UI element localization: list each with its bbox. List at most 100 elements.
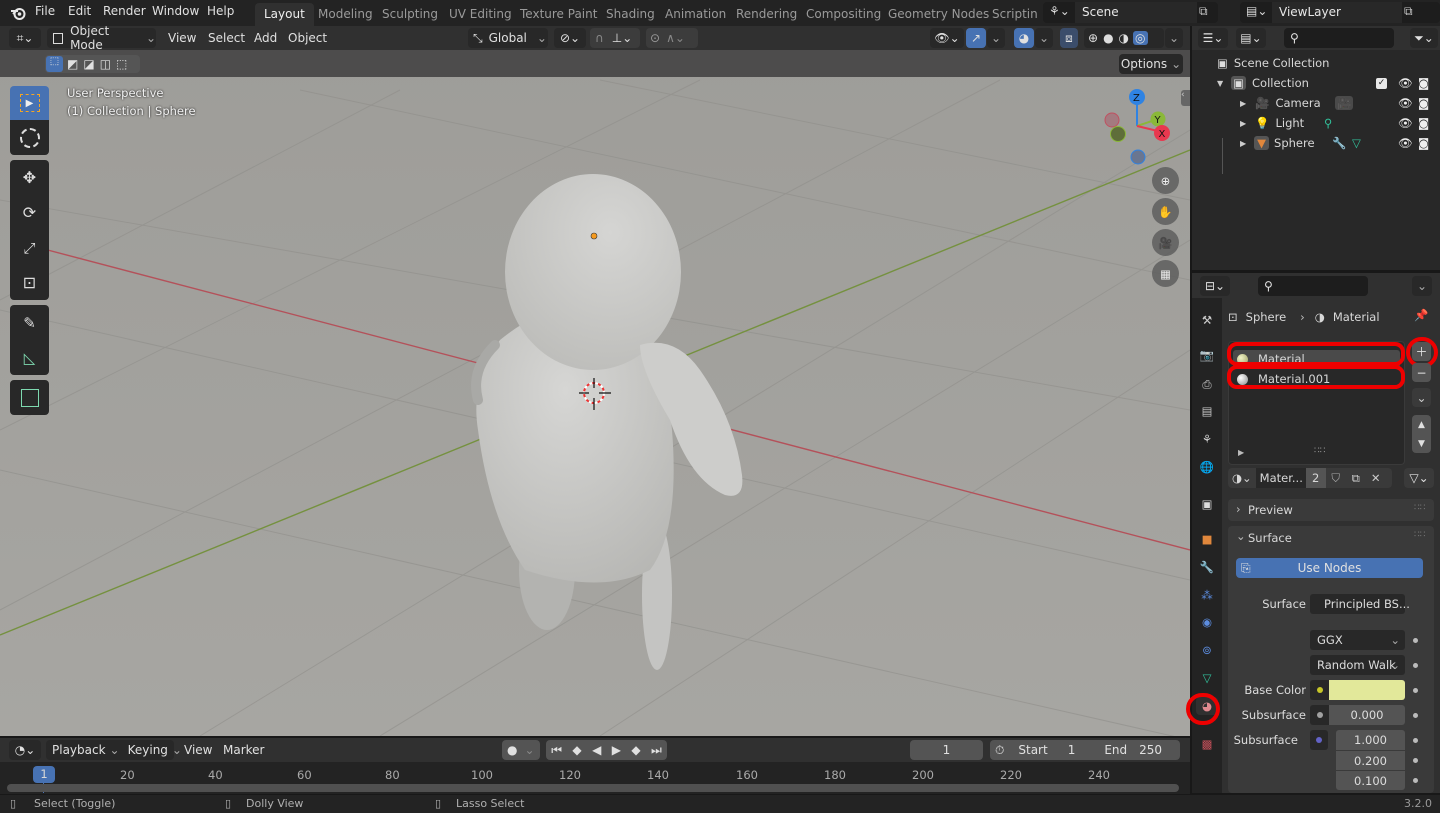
subsurface-radius-x[interactable]: 1.000 [1336, 730, 1405, 750]
keyframe-dot[interactable] [1413, 778, 1418, 783]
eye-icon[interactable]: 👁 [1398, 96, 1413, 110]
render-camera-icon[interactable]: ◙ [1418, 96, 1429, 110]
mesh-data-icon[interactable]: ▽ [1352, 136, 1361, 150]
expand-arrow-icon[interactable]: ▶ [1240, 139, 1246, 148]
shading-dropdown[interactable]: ⌄ [1165, 28, 1183, 48]
tab-uv-editing[interactable]: UV Editing [440, 3, 521, 26]
wireframe-shading-icon[interactable]: ⊕ [1088, 31, 1098, 45]
outliner-item-light[interactable]: ▶ 💡 Light ⚲ 👁 ◙ [1192, 113, 1440, 133]
rendered-shading-icon[interactable]: ◎ [1133, 31, 1148, 45]
use-nodes-button[interactable]: ⎘ Use Nodes [1236, 558, 1423, 578]
pivot-point-button[interactable]: ⊘⌄ [554, 28, 586, 48]
annotate-tool[interactable]: ✎ [10, 305, 49, 340]
menu-keying[interactable]: Keying [128, 743, 168, 757]
tab-constraints[interactable]: ⊚ [1198, 641, 1216, 659]
proportional-edit-button[interactable]: ⊙ ∧⌄ [646, 28, 698, 48]
eye-icon[interactable]: 👁 [1398, 116, 1413, 130]
options-dropdown[interactable]: Options ⌄ [1119, 54, 1183, 74]
user-count[interactable]: 2 [1305, 468, 1326, 488]
jump-start-icon[interactable]: ⏮ [551, 743, 562, 758]
viewlayer-selector[interactable]: ▤⌄ ViewLayer ⧉ [1240, 2, 1440, 23]
pan-view-button[interactable]: ✋ [1152, 198, 1179, 225]
tab-collection[interactable]: ▣ [1198, 495, 1216, 513]
viewlayer-name[interactable]: ViewLayer [1279, 5, 1341, 19]
distribution-dropdown[interactable]: GGX ⌄ [1310, 630, 1405, 650]
jump-end-icon[interactable]: ⏭ [651, 743, 662, 758]
start-frame-field[interactable]: 1 [1068, 743, 1076, 757]
overlays-toggle[interactable]: ◕ [1014, 28, 1034, 48]
tab-world[interactable]: 🌐 [1198, 458, 1216, 476]
gizmo-toggle[interactable]: ↗ [966, 28, 986, 48]
tab-geometry-nodes[interactable]: Geometry Nodes [879, 3, 998, 26]
subsurface-radius-z[interactable]: 0.100 [1336, 770, 1405, 790]
drag-handle-icon[interactable]: ∷∷ [1414, 503, 1425, 513]
mode-selector[interactable]: Object Mode ⌄ [47, 24, 156, 52]
keyframe-dot[interactable] [1413, 758, 1418, 763]
render-camera-icon[interactable]: ◙ [1418, 136, 1429, 150]
visibility-button[interactable]: 👁⌄ [930, 28, 964, 48]
link-dropdown[interactable]: ▽⌄ [1404, 468, 1434, 488]
expand-arrow-icon[interactable]: ▶ [1240, 99, 1246, 108]
ortho-toggle-button[interactable]: ▦ [1152, 260, 1179, 287]
editor-type-button[interactable]: ⌗⌄ [9, 28, 41, 48]
menu-playback[interactable]: Playback [52, 743, 106, 757]
next-keyframe-icon[interactable]: ◆ [631, 743, 640, 757]
material-browse-icon[interactable]: ◑⌄ [1232, 471, 1252, 485]
measure-tool[interactable]: ◺ [10, 340, 49, 375]
material-specials-dropdown[interactable]: ⌄ [1412, 388, 1431, 407]
play-reverse-icon[interactable]: ◀ [592, 743, 601, 757]
outliner-collection[interactable]: ▼ ▣ Collection ✓ 👁 ◙ [1192, 73, 1440, 93]
base-color-field[interactable] [1310, 680, 1405, 700]
sidebar-toggle[interactable]: ‹ [1181, 90, 1190, 106]
move-slot-down-button[interactable]: ▼ [1412, 434, 1431, 453]
expand-arrow-icon[interactable]: ▶ [1240, 119, 1246, 128]
rotate-tool[interactable]: ⟳ [10, 195, 49, 230]
move-slot-up-button[interactable]: ▲ [1412, 415, 1431, 434]
subsurface-radius-y[interactable]: 0.200 [1336, 750, 1405, 770]
subsurface-value[interactable]: 0.000 [1329, 705, 1405, 725]
select-new-icon[interactable]: ⬚ [46, 56, 63, 72]
3d-viewport[interactable]: ⬚ ◩ ◪ ◫ ⬚ Options ⌄ User Perspective (1) … [0, 50, 1190, 736]
tab-modifiers[interactable]: 🔧 [1198, 558, 1216, 576]
display-mode-button[interactable]: ▤⌄ [1236, 28, 1266, 48]
select-extend-icon[interactable]: ◩ [67, 57, 78, 71]
outliner-item-sphere[interactable]: ▶ ▼ Sphere 🔧 ▽ 👁 ◙ [1192, 133, 1440, 153]
prev-keyframe-icon[interactable]: ◆ [572, 743, 581, 757]
eye-icon[interactable]: 👁 [1398, 136, 1413, 150]
keyframe-dot[interactable] [1413, 663, 1418, 668]
expand-arrow-icon[interactable]: ▼ [1217, 79, 1223, 88]
subsurface-field[interactable]: 0.000 [1310, 705, 1405, 725]
scene-selector[interactable]: ⚘⌄ Scene ⧉ [1043, 2, 1218, 23]
tab-render[interactable]: 📷 [1198, 346, 1216, 364]
unlink-material-icon[interactable]: ✕ [1366, 471, 1386, 485]
menu-edit[interactable]: Edit [68, 4, 91, 18]
cursor-tool[interactable] [10, 120, 49, 155]
stopwatch-icon[interactable]: ⏱ [995, 743, 1004, 758]
end-frame-field[interactable]: 250 [1139, 743, 1162, 757]
snap-button[interactable]: ∩ ⊥⌄ [590, 28, 640, 48]
xray-toggle[interactable]: ⧈ [1060, 28, 1078, 48]
playhead[interactable]: 1 [33, 766, 55, 783]
eye-icon[interactable]: 👁 [1398, 76, 1413, 90]
neg-x-handle[interactable] [1104, 112, 1120, 128]
material-datablock-selector[interactable]: ◑⌄ Mater... 2 ⛉ ⧉ ✕ [1228, 468, 1392, 488]
navigation-gizmo[interactable]: Z Y X [1100, 85, 1180, 165]
properties-search-input[interactable]: ⚲ [1258, 276, 1368, 296]
neg-y-handle[interactable] [1110, 126, 1126, 142]
menu-object[interactable]: Object [288, 31, 327, 45]
tab-sculpting[interactable]: Sculpting [373, 3, 447, 26]
menu-add[interactable]: Add [254, 31, 277, 45]
select-box-tool[interactable]: ▶ [10, 86, 49, 120]
scale-tool[interactable]: ⤢ [10, 230, 49, 265]
subsurface-method-dropdown[interactable]: Random Walk ⌄ [1310, 655, 1405, 675]
drag-handle-icon[interactable]: ∷∷ [1414, 530, 1425, 540]
tab-modeling[interactable]: Modeling [309, 3, 382, 26]
select-subtract-icon[interactable]: ◪ [83, 57, 94, 71]
properties-editor-type[interactable]: ⊟⌄ [1200, 276, 1230, 296]
new-viewlayer-icon[interactable]: ⧉ [1404, 4, 1413, 19]
expand-arrow-icon[interactable]: ▶ [1238, 448, 1244, 457]
menu-view[interactable]: View [168, 31, 196, 45]
tab-data[interactable]: ▽ [1198, 669, 1216, 687]
surface-shader-selector[interactable]: Principled BS... [1310, 594, 1410, 614]
tab-physics[interactable]: ◉ [1198, 613, 1216, 631]
